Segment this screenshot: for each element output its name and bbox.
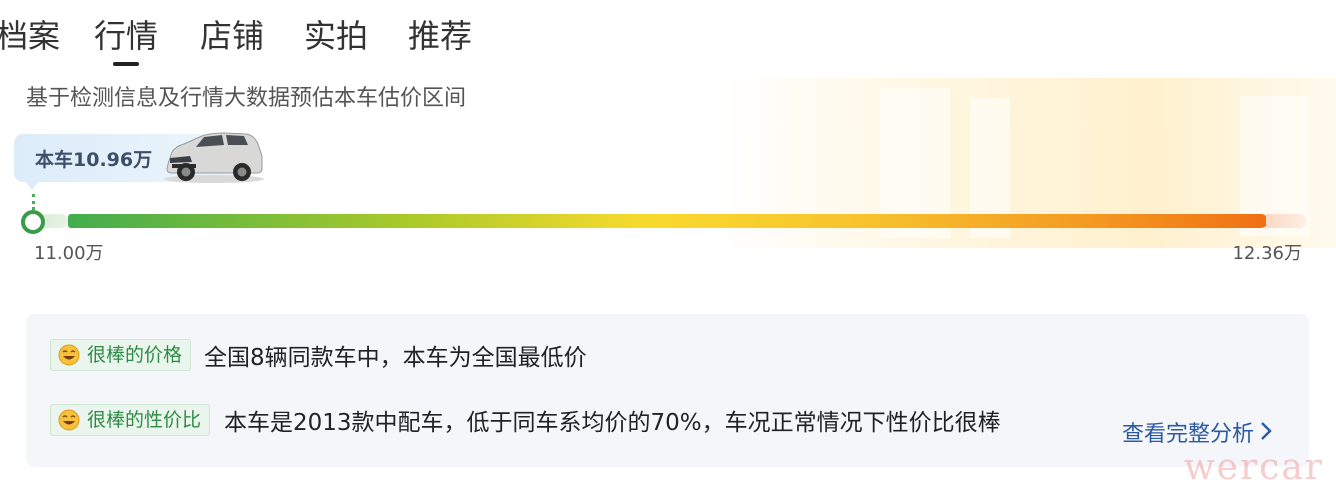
car-icon [164,132,264,183]
tab-store[interactable]: 店铺 [200,14,264,58]
tab-market[interactable]: 行情 [94,14,158,66]
grin-emoji-icon [58,409,80,431]
price-range-bar [68,214,1268,228]
tab-bar: 档案 行情 店铺 实拍 推荐 [0,0,1336,70]
value-analysis-text: 本车是2013款中配车，低于同车系均价的70%，车况正常情况下性价比很棒 [224,410,1001,436]
range-bar-end [1266,214,1306,228]
grin-emoji-icon [58,344,80,366]
estimate-subtitle: 基于检测信息及行情大数据预估本车估价区间 [26,86,467,111]
great-value-badge-label: 很棒的性价比 [87,409,202,431]
price-pointer-line [32,194,35,210]
chevron-right-icon [1260,421,1272,447]
great-value-badge: 很棒的性价比 [50,404,211,436]
current-price-label: 本车10.96万 [35,149,153,171]
view-full-analysis-label: 查看完整分析 [1122,422,1255,447]
tab-recommend[interactable]: 推荐 [408,14,472,58]
price-analysis-text: 全国8辆同款车中，本车为全国最低价 [204,345,587,371]
tab-profile[interactable]: 档案 [0,14,60,58]
great-price-badge: 很棒的价格 [50,339,192,371]
analysis-panel [26,314,1309,467]
price-bubble-tail [24,180,40,190]
range-min-label: 11.00万 [34,243,104,264]
view-full-analysis-link[interactable]: 查看完整分析 [1122,416,1272,448]
range-max-label: 12.36万 [1232,243,1302,264]
watermark-logo: wercar [1183,447,1324,488]
current-price-marker [21,210,45,234]
tab-photos[interactable]: 实拍 [304,14,368,58]
great-price-badge-label: 很棒的价格 [87,344,183,366]
